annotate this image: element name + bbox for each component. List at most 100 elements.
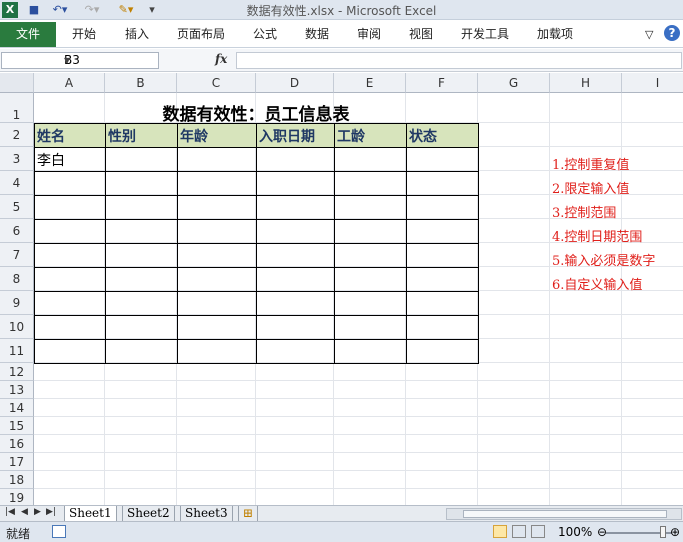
table-cell[interactable]	[334, 243, 407, 268]
tab-formulas[interactable]: 公式	[253, 22, 277, 47]
cell-d3[interactable]	[256, 147, 335, 172]
table-cell[interactable]	[177, 267, 257, 292]
col-header-d[interactable]: D	[256, 73, 334, 93]
tab-home[interactable]: 开始	[72, 22, 96, 47]
select-all-corner[interactable]	[0, 73, 34, 93]
table-cell[interactable]	[334, 219, 407, 244]
formula-input[interactable]	[236, 52, 682, 69]
table-cell[interactable]	[34, 243, 106, 268]
cell-a3[interactable]: 李白	[34, 147, 106, 172]
table-cell[interactable]	[105, 339, 178, 364]
col-header-g[interactable]: G	[478, 73, 550, 93]
table-cell[interactable]	[34, 339, 106, 364]
col-header-i[interactable]: I	[622, 73, 683, 93]
table-cell[interactable]	[256, 339, 335, 364]
table-cell[interactable]	[105, 195, 178, 220]
header-age[interactable]: 年龄	[177, 123, 257, 148]
sheet-title[interactable]: 数据有效性：员工信息表	[34, 100, 478, 125]
table-cell[interactable]	[334, 171, 407, 196]
row-header[interactable]: 18	[0, 471, 34, 489]
table-cell[interactable]	[334, 195, 407, 220]
employee-table[interactable]: 姓名 性别 年龄 入职日期 工龄 状态 李白	[34, 123, 479, 364]
row-header[interactable]: 17	[0, 453, 34, 471]
col-header-c[interactable]: C	[177, 73, 256, 93]
minimize-ribbon-icon[interactable]: ▽	[645, 22, 653, 47]
table-cell[interactable]	[105, 291, 178, 316]
table-cell[interactable]	[334, 315, 407, 340]
tab-data[interactable]: 数据	[305, 22, 329, 47]
row-header[interactable]: 9	[0, 291, 34, 315]
table-cell[interactable]	[34, 171, 106, 196]
fx-icon[interactable]: fx	[215, 52, 227, 66]
first-sheet-icon[interactable]: |◀	[5, 507, 15, 517]
table-cell[interactable]	[406, 195, 479, 220]
table-cell[interactable]	[256, 195, 335, 220]
table-cell[interactable]	[177, 219, 257, 244]
table-cell[interactable]	[34, 315, 106, 340]
table-cell[interactable]	[406, 291, 479, 316]
tab-addins[interactable]: 加载项	[537, 22, 573, 47]
chevron-down-icon[interactable]: ▼	[64, 53, 154, 68]
row-header[interactable]: 7	[0, 243, 34, 267]
zoom-in-icon[interactable]: ⊕	[670, 525, 680, 539]
help-icon[interactable]: ?	[664, 25, 680, 41]
row-header[interactable]: 2	[0, 123, 34, 147]
col-header-f[interactable]: F	[406, 73, 478, 93]
scrollbar-thumb[interactable]	[463, 510, 667, 518]
normal-view-icon[interactable]	[493, 525, 507, 538]
table-cell[interactable]	[177, 291, 257, 316]
note-1[interactable]: 1.控制重复值	[552, 154, 629, 173]
table-cell[interactable]	[34, 195, 106, 220]
table-cell[interactable]	[256, 291, 335, 316]
sheet-tab-3[interactable]: Sheet3	[180, 506, 233, 522]
zoom-level[interactable]: 100%	[558, 525, 592, 539]
page-break-view-icon[interactable]	[531, 525, 545, 538]
table-cell[interactable]	[406, 339, 479, 364]
sheet-tab-2[interactable]: Sheet2	[122, 506, 175, 522]
header-hire-date[interactable]: 入职日期	[256, 123, 335, 148]
table-cell[interactable]	[105, 171, 178, 196]
table-cell[interactable]	[177, 243, 257, 268]
row-header[interactable]: 13	[0, 381, 34, 399]
table-cell[interactable]	[334, 267, 407, 292]
table-cell[interactable]	[177, 195, 257, 220]
note-5[interactable]: 5.输入必须是数字	[552, 250, 655, 269]
tab-developer[interactable]: 开发工具	[461, 22, 509, 47]
tab-view[interactable]: 视图	[409, 22, 433, 47]
table-cell[interactable]	[256, 243, 335, 268]
row-header[interactable]: 5	[0, 195, 34, 219]
worksheet-grid[interactable]: A B C D E F G H I 1 2 3 4 5 6 7 8 9 10 11 12 13 14 15 1…	[0, 73, 683, 505]
note-2[interactable]: 2.限定输入值	[552, 178, 629, 197]
header-name[interactable]: 姓名	[34, 123, 106, 148]
table-cell[interactable]	[256, 219, 335, 244]
table-cell[interactable]	[406, 267, 479, 292]
cell-c3[interactable]	[177, 147, 257, 172]
horizontal-scrollbar[interactable]	[446, 508, 682, 520]
cell-f3[interactable]	[406, 147, 479, 172]
table-cell[interactable]	[406, 171, 479, 196]
table-cell[interactable]	[256, 171, 335, 196]
row-header[interactable]: 12	[0, 363, 34, 381]
table-cell[interactable]	[105, 267, 178, 292]
row-header[interactable]: 14	[0, 399, 34, 417]
cell-e3[interactable]	[334, 147, 407, 172]
table-cell[interactable]	[105, 315, 178, 340]
file-tab[interactable]: 文件	[0, 22, 56, 47]
table-cell[interactable]	[256, 267, 335, 292]
row-header[interactable]: 4	[0, 171, 34, 195]
row-header[interactable]: 3	[0, 147, 34, 171]
table-cell[interactable]	[334, 339, 407, 364]
table-cell[interactable]	[34, 219, 106, 244]
table-cell[interactable]	[334, 291, 407, 316]
row-header[interactable]: 11	[0, 339, 34, 363]
table-cell[interactable]	[406, 219, 479, 244]
table-cell[interactable]	[34, 267, 106, 292]
col-header-h[interactable]: H	[550, 73, 622, 93]
table-cell[interactable]	[256, 315, 335, 340]
prev-sheet-icon[interactable]: ◀	[21, 507, 28, 517]
tab-review[interactable]: 审阅	[357, 22, 381, 47]
col-header-b[interactable]: B	[105, 73, 177, 93]
table-cell[interactable]	[177, 339, 257, 364]
table-cell[interactable]	[406, 243, 479, 268]
header-status[interactable]: 状态	[406, 123, 479, 148]
